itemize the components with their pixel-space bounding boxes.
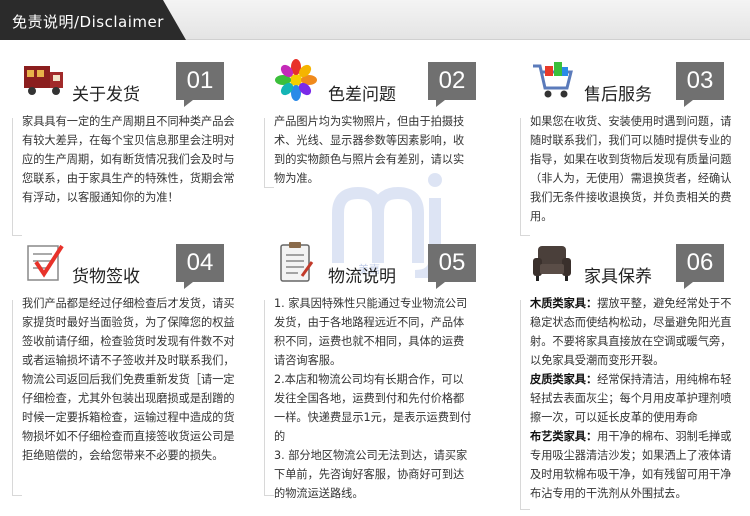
color-palette-icon: [275, 59, 317, 101]
clipboard-icon: [280, 242, 314, 282]
section-bracket: [12, 118, 22, 236]
section-paragraph: 3. 部分地区物流公司无法到达，请买家下单前，先咨询好客服，协商好可到达的物流运…: [274, 449, 468, 500]
care-item-label: 皮质类家具：: [530, 373, 598, 386]
care-item-label: 木质类家具：: [530, 297, 598, 310]
section-title: 关于发货: [72, 85, 140, 105]
section-title: 色差问题: [328, 85, 396, 105]
section-body: 家具具有一定的生产周期且不同种类产品会有较大差异，在每个宝贝信息那里会注明对应的…: [22, 112, 244, 207]
section-title: 售后服务: [584, 85, 652, 105]
section-bracket: [12, 300, 22, 496]
section-after-sales: 售后服务 03 如果您在收货、安装使用时遇到问题，请随时联系我们，我们可以随时提…: [530, 58, 735, 238]
shopping-cart-icon: [533, 62, 573, 98]
section-body: 我们产品都是经过仔细检查后才发货，请买家提货时最好当面验货，为了保障您的权益签收…: [22, 294, 244, 465]
care-item: 木质类家具：摆放平整，避免经常处于不稳定状态而使结构松动，尽量避免阳光直射。不要…: [530, 294, 735, 370]
section-title: 家具保养: [584, 267, 652, 287]
section-care: 家具保养 06 木质类家具：摆放平整，避免经常处于不稳定状态而使结构松动，尽量避…: [530, 240, 735, 510]
section-number-badge: 04: [176, 244, 224, 289]
section-body: 如果您在收货、安装使用时遇到问题，请随时联系我们，我们可以随时提供专业的指导，如…: [530, 112, 735, 226]
section-bracket: [264, 118, 274, 188]
section-number-badge: 03: [676, 62, 724, 107]
section-paragraph: 产品图片均为实物照片，但由于拍摄技术、光线、显示器参数等因素影响，收到的实物颜色…: [274, 115, 465, 185]
section-paragraph: 1. 家具因特殊性只能通过专业物流公司发货，由于各地路程远近不同，产品体积不同，…: [274, 297, 468, 367]
section-number-badge: 02: [428, 62, 476, 107]
disclaimer-header: 免责说明/Disclaimer: [0, 0, 750, 40]
care-item: 皮质类家具：经常保持清洁，用纯棉布轻轻拭去表面灰尘；每个月用皮革护理剂喷擦一次，…: [530, 370, 735, 427]
section-bracket: [520, 300, 530, 510]
section-logistics: 物流说明 05 1. 家具因特殊性只能通过专业物流公司发货，由于各地路程远近不同…: [274, 240, 476, 503]
section-body: 木质类家具：摆放平整，避免经常处于不稳定状态而使结构松动，尽量避免阳光直射。不要…: [530, 294, 735, 503]
section-bracket: [264, 300, 274, 496]
section-paragraph: 如果您在收货、安装使用时遇到问题，请随时联系我们，我们可以随时提供专业的指导，如…: [530, 115, 732, 223]
section-paragraph: 家具具有一定的生产周期且不同种类产品会有较大差异，在每个宝贝信息那里会注明对应的…: [22, 115, 235, 204]
section-number-badge: 05: [428, 244, 476, 289]
section-title: 货物签收: [72, 267, 140, 287]
section-number-badge: 06: [676, 244, 724, 289]
section-paragraph: 2.本店和物流公司均有长期合作，可以发往全国各地，运费到付和先付价格都一样。快递…: [274, 373, 472, 443]
delivery-truck-icon: [24, 66, 63, 95]
section-number-badge: 01: [176, 62, 224, 107]
section-signing: 货物签收 04 我们产品都是经过仔细检查后才发货，请买家提货时最好当面验货，为了…: [22, 240, 244, 500]
section-title: 物流说明: [328, 267, 396, 287]
armchair-icon: [533, 246, 571, 281]
care-item-label: 布艺类家具：: [530, 430, 598, 443]
section-bracket: [520, 118, 530, 236]
checklist-icon: [27, 244, 64, 281]
header-title: 免责说明/Disclaimer: [12, 13, 164, 31]
section-color: 色差问题 02 产品图片均为实物照片，但由于拍摄技术、光线、显示器参数等因素影响…: [274, 58, 476, 198]
section-shipping: 关于发货 01 家具具有一定的生产周期且不同种类产品会有较大差异，在每个宝贝信息…: [22, 58, 244, 238]
section-paragraph: 我们产品都是经过仔细检查后才发货，请买家提货时最好当面验货，为了保障您的权益签收…: [22, 297, 235, 462]
section-body: 产品图片均为实物照片，但由于拍摄技术、光线、显示器参数等因素影响，收到的实物颜色…: [274, 112, 474, 188]
care-item: 布艺类家具：用干净的棉布、羽制毛掸或专用吸尘器清洁沙发；如果洒上了液体请及时用软…: [530, 427, 735, 503]
section-body: 1. 家具因特殊性只能通过专业物流公司发货，由于各地路程远近不同，产品体积不同，…: [274, 294, 474, 503]
